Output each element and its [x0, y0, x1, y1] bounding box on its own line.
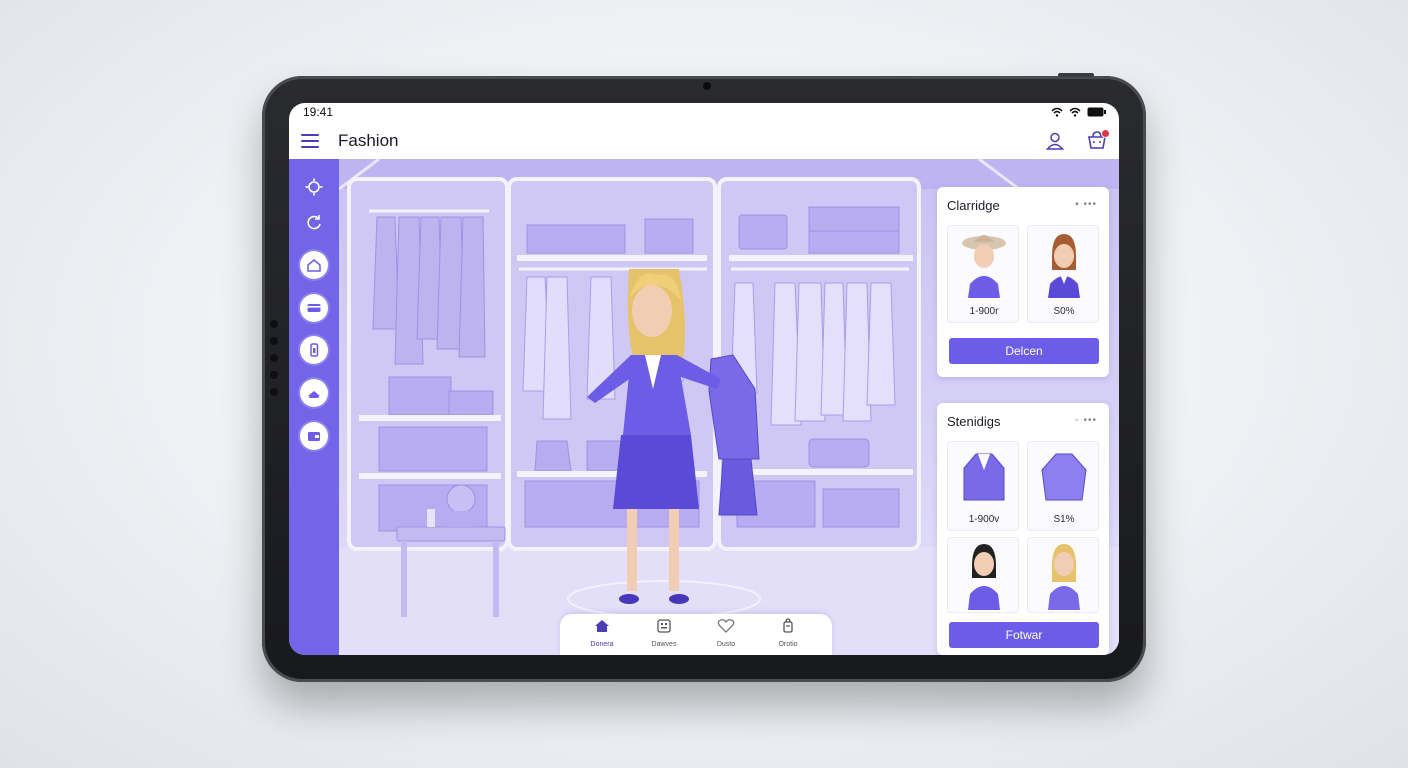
sidebar-item-settings[interactable] [300, 173, 328, 201]
wifi-icon [1069, 107, 1081, 117]
status-time: 19:41 [303, 105, 334, 119]
status-bar: 19:41 [289, 103, 1119, 125]
cart-badge [1101, 129, 1110, 138]
card-label: S1% [1053, 514, 1075, 525]
app-screen: 19:41 Fashion Clarridge ▪ ••• 1-900r S0%… [289, 103, 1119, 655]
menu-icon[interactable] [301, 134, 319, 148]
outfit-card[interactable]: 1-900r [947, 225, 1019, 323]
avatar-icon [1048, 234, 1080, 298]
home-icon [307, 259, 321, 272]
status-icons [1051, 107, 1107, 117]
home-icon [595, 620, 609, 632]
outfit-card[interactable]: S0% [1027, 225, 1099, 323]
wallet-icon [308, 432, 320, 441]
sidebar-item-hanger[interactable] [300, 379, 328, 407]
sidebar-item-refresh[interactable] [300, 209, 328, 237]
panel-title: Clarridge [947, 198, 1000, 213]
page-title: Fashion [338, 131, 399, 150]
settings-icon [305, 178, 323, 196]
outfit-card[interactable] [1027, 537, 1099, 613]
avatar-icon [1048, 544, 1080, 610]
sidebar-item-phone[interactable] [300, 336, 328, 364]
refresh-icon [307, 215, 321, 230]
phone-icon [310, 343, 319, 357]
outfit-card[interactable]: 1-900v [947, 441, 1019, 531]
jacket-icon [1041, 453, 1087, 501]
front-camera [703, 82, 711, 90]
bag-icon [783, 618, 793, 633]
card-label: S0% [1053, 306, 1075, 317]
avatar-icon [968, 544, 1000, 610]
fotwar-button[interactable]: Fotwar [949, 622, 1099, 648]
card-label: 1-900r [969, 306, 999, 317]
jacket-icon [963, 453, 1005, 501]
panel-title: Stenidigs [947, 414, 1001, 429]
nav-item-dusto[interactable]: Dusto [700, 618, 752, 648]
closet-left [347, 177, 509, 551]
panel-stenidigs: Stenidigs ◦ ••• 1-900v S1% Fotwar [937, 403, 1109, 655]
nav-item-donera[interactable]: Donera [576, 618, 628, 648]
nav-label: Dawves [651, 641, 677, 648]
nav-item-orotio[interactable]: Orotio [762, 618, 814, 648]
sidebar-item-card[interactable] [300, 294, 328, 322]
more-icon[interactable]: ▪ ••• [1075, 199, 1097, 210]
card-icon [307, 304, 321, 312]
nav-label: Donera [590, 641, 614, 648]
battery-icon [1087, 107, 1106, 117]
hanger-icon [308, 391, 320, 398]
speaker-dots [270, 320, 280, 405]
sidebar [289, 159, 339, 655]
outfit-card[interactable]: S1% [1027, 441, 1099, 531]
panel-clarridge: Clarridge ▪ ••• 1-900r S0% Delcen [937, 187, 1109, 377]
profile-icon[interactable] [1045, 131, 1065, 151]
more-icon[interactable]: ◦ ••• [1075, 415, 1097, 426]
nav-label: Dusto [716, 641, 736, 648]
top-bar: Fashion [289, 125, 1119, 159]
sidebar-item-home[interactable] [300, 251, 328, 279]
heart-icon [717, 619, 735, 633]
delcen-button[interactable]: Delcen [949, 338, 1099, 364]
bottom-nav: Donera Dawves Dusto Orotio [560, 614, 832, 655]
wifi-icon [1051, 107, 1063, 117]
power-button [1058, 73, 1094, 77]
grid-icon [657, 619, 671, 633]
card-label: 1-900v [968, 514, 1000, 525]
outfit-card[interactable] [947, 537, 1019, 613]
avatar-hat-icon [962, 235, 1006, 298]
sidebar-item-wallet[interactable] [300, 422, 328, 450]
nav-label: Orotio [778, 641, 798, 648]
nav-item-dawves[interactable]: Dawves [638, 618, 690, 648]
